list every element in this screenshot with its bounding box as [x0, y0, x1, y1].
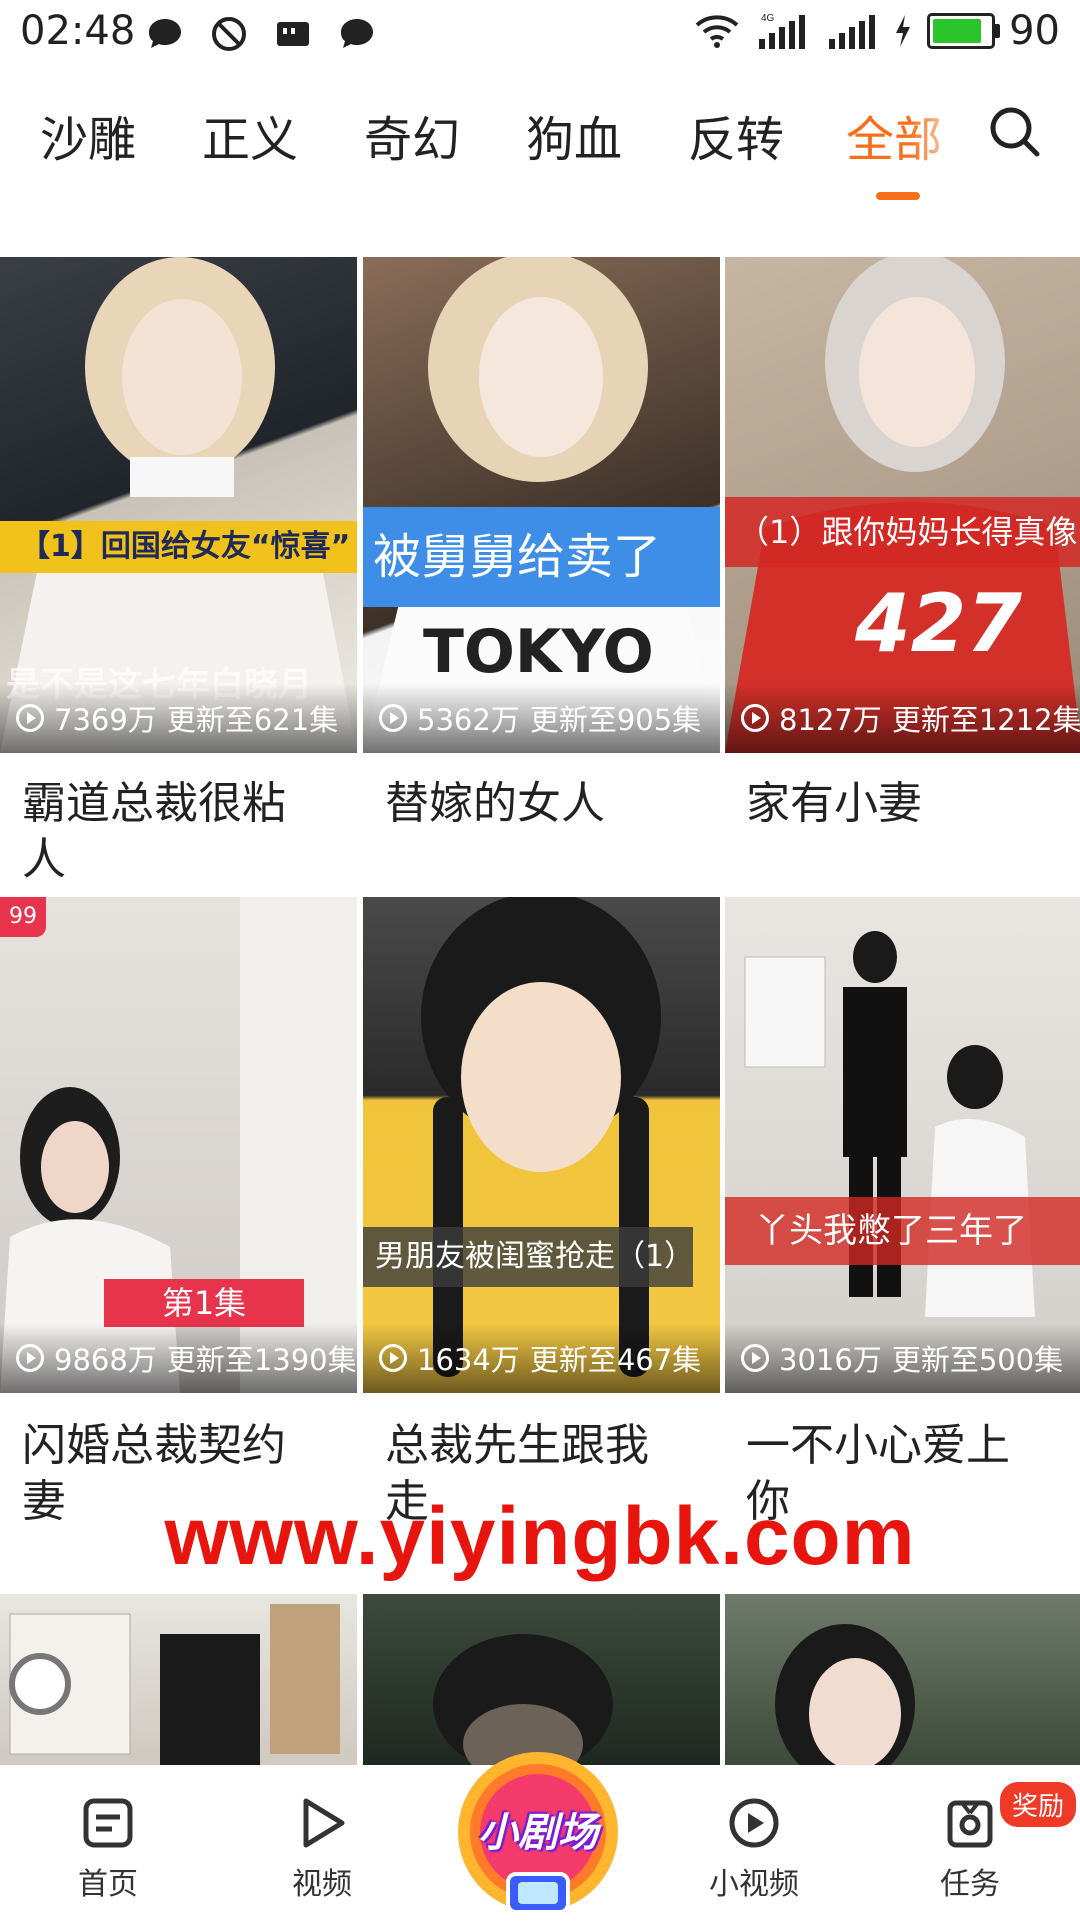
drama-thumbnail — [421, 897, 661, 1377]
card-meta: 1634万 更新至467集 — [363, 1323, 720, 1393]
nav-video[interactable]: 视频 — [262, 1795, 382, 1903]
battery-icon — [927, 13, 1001, 49]
message-icon — [341, 19, 373, 48]
mini-theater-button[interactable]: 小剧场 — [440, 1740, 636, 1920]
nav-task-label: 任务 — [940, 1867, 1000, 1902]
drama-title[interactable]: 家有小妻 — [746, 776, 1046, 832]
drama-card-4[interactable]: 99 第1集 9868万 更新至1390集 — [0, 897, 357, 1393]
drama-card-9[interactable] — [725, 1594, 1080, 1765]
episode-caption: 男朋友被闺蜜抢走（1） — [363, 1227, 694, 1287]
nav-home[interactable]: 首页 — [48, 1795, 168, 1903]
update-status: 更新至1390集 — [166, 1343, 357, 1377]
mini-theater-label: 小剧场 — [478, 1810, 598, 1856]
tab-qihuan[interactable]: 奇幻 — [364, 100, 460, 170]
view-count: 5362万 — [417, 703, 520, 737]
home-icon — [83, 1798, 133, 1848]
search-icon[interactable] — [985, 102, 1045, 162]
sim-card-icon — [277, 22, 309, 46]
tab-gouxue[interactable]: 狗血 — [526, 100, 622, 170]
svg-text:4G: 4G — [761, 13, 775, 24]
play-count-icon — [741, 1344, 769, 1372]
drama-title[interactable]: 霸道总裁很粘人 — [22, 776, 322, 888]
episode-caption: 【1】回国给女友“惊喜” — [0, 521, 357, 573]
watermark-text: www.yiyingbk.com — [164, 1491, 916, 1582]
update-status: 更新至467集 — [529, 1343, 702, 1377]
drama-thumbnail — [744, 931, 1035, 1317]
nav-short-video[interactable]: 小视频 — [694, 1795, 814, 1903]
card-meta: 8127万 更新至1212集 — [725, 683, 1080, 753]
view-count: 7369万 — [54, 703, 157, 737]
update-status: 更新至1212集 — [891, 703, 1080, 737]
drama-card-1[interactable]: 【1】回国给女友“惊喜” 是不是这七年白晓月 7369万 更新至621集 — [0, 257, 357, 753]
battery-level: 90 — [1009, 8, 1060, 54]
play-count-icon — [379, 704, 407, 732]
do-not-disturb-icon — [212, 17, 246, 51]
drama-card-6[interactable]: 丫头我憋了三年了 3016万 更新至500集 — [725, 897, 1080, 1393]
hot-badge: 99 — [0, 897, 46, 937]
drama-title[interactable]: 替嫁的女人 — [385, 776, 685, 832]
play-count-icon — [16, 704, 44, 732]
episode-caption: 第1集 — [104, 1279, 304, 1327]
update-status: 更新至905集 — [529, 703, 702, 737]
tabs-fade — [910, 90, 970, 190]
drama-card-5[interactable]: 男朋友被闺蜜抢走（1） 1634万 更新至467集 — [363, 897, 720, 1393]
nav-short-label: 小视频 — [709, 1867, 799, 1902]
system-icons: 4G 90 — [695, 8, 1060, 54]
view-count: 1634万 — [417, 1343, 520, 1377]
reward-badge: 奖励 — [1000, 1782, 1077, 1827]
tab-fanzhuan[interactable]: 反转 — [688, 100, 784, 170]
tab-zhengyi[interactable]: 正义 — [202, 100, 298, 170]
card-meta: 3016万 更新至500集 — [725, 1323, 1080, 1393]
nav-home-label: 首页 — [78, 1867, 138, 1902]
nav-video-label: 视频 — [292, 1867, 352, 1902]
status-bar: 02:48 4G 90 — [0, 0, 1080, 66]
card-meta: 9868万 更新至1390集 — [0, 1323, 357, 1393]
shirt-text: TOKYO — [423, 617, 654, 687]
short-video-icon — [729, 1798, 779, 1848]
episode-caption: （1）跟你妈妈长得真像 — [725, 497, 1080, 567]
update-status: 更新至500集 — [891, 1343, 1064, 1377]
drama-card-3[interactable]: （1）跟你妈妈长得真像 427 8127万 更新至1212集 — [725, 257, 1080, 753]
drama-card-2[interactable]: 被舅舅给卖了 TOKYO 5362万 更新至905集 — [363, 257, 720, 753]
drama-thumbnail — [775, 1624, 915, 1765]
episode-caption: 丫头我憋了三年了 — [725, 1197, 1080, 1265]
view-count: 8127万 — [779, 703, 882, 737]
play-count-icon — [16, 1344, 44, 1372]
drama-thumbnail — [9, 1604, 340, 1765]
task-icon — [947, 1800, 993, 1848]
view-count: 9868万 — [54, 1343, 157, 1377]
drama-card-7[interactable] — [0, 1594, 357, 1765]
play-count-icon — [379, 1344, 407, 1372]
status-time: 02:48 — [20, 8, 136, 54]
card-meta: 7369万 更新至621集 — [0, 683, 357, 753]
chat-bubble-icon — [149, 19, 181, 48]
shirt-number: 427 — [855, 577, 1022, 670]
category-tabs: 沙雕 正义 奇幻 狗血 反转 全部 — [0, 90, 1080, 200]
wifi-icon — [695, 15, 739, 48]
episode-caption: 被舅舅给卖了 — [363, 507, 720, 607]
signal-icon — [829, 15, 876, 49]
view-count: 3016万 — [779, 1343, 882, 1377]
charging-icon — [896, 15, 911, 47]
update-status: 更新至621集 — [166, 703, 339, 737]
play-icon — [303, 1798, 345, 1848]
notification-icons — [145, 14, 377, 54]
signal-4g-icon: 4G — [759, 13, 806, 49]
play-count-icon — [741, 704, 769, 732]
card-meta: 5362万 更新至905集 — [363, 683, 720, 753]
tab-shadiao[interactable]: 沙雕 — [40, 100, 136, 170]
